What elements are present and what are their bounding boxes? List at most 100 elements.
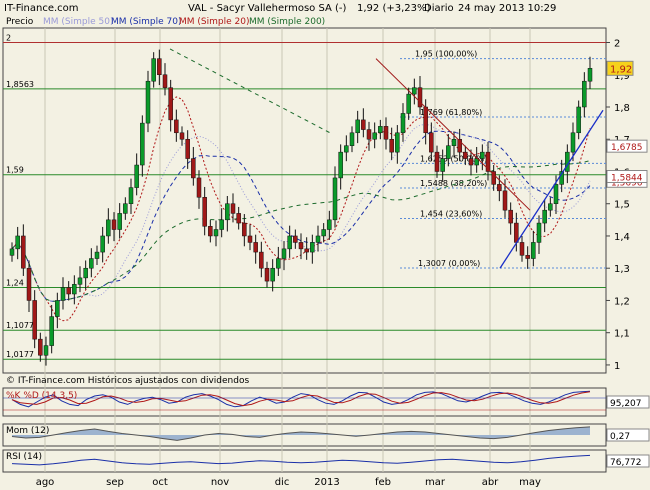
candle-body <box>389 138 394 153</box>
candle-body <box>395 132 400 153</box>
x-tick-label: abr <box>482 477 499 488</box>
candle-body <box>111 219 117 230</box>
candle-body <box>508 209 513 224</box>
fib-label: 1,454 (23,60%) <box>420 210 482 219</box>
y-tick-label: 2 <box>614 39 620 50</box>
candle-body <box>440 158 445 172</box>
y-tick-label: 1,3 <box>614 264 630 275</box>
rsi-panel <box>2 449 607 473</box>
y-tick-label: 1 <box>614 361 620 372</box>
candle-body <box>236 213 241 224</box>
candle-body <box>174 119 179 134</box>
candle-body <box>514 222 519 243</box>
candle-body <box>321 229 326 237</box>
candle-body <box>140 122 145 166</box>
x-tick-label: dic <box>275 477 290 488</box>
candle-body <box>497 184 502 192</box>
candle-body <box>531 242 536 259</box>
candle-body <box>49 316 54 346</box>
candle-body <box>349 132 355 146</box>
candle-body <box>230 203 236 214</box>
candle-body <box>219 219 224 230</box>
candle-body <box>145 80 151 124</box>
candle-body <box>151 58 156 82</box>
candle-body <box>253 242 258 253</box>
candle-body <box>434 151 440 172</box>
candle-body <box>196 177 202 198</box>
x-tick-label: may <box>519 477 541 488</box>
candle-body <box>168 87 173 121</box>
candle-body <box>383 126 389 140</box>
candle-body <box>451 138 457 146</box>
candle-body <box>366 129 372 140</box>
mom-label: Mom (12) <box>6 426 50 436</box>
level-label: 1,59 <box>6 166 24 175</box>
candle-body <box>372 132 377 140</box>
candle-body <box>570 132 576 153</box>
candle-body <box>106 219 111 237</box>
x-tick-label: ago <box>36 477 55 488</box>
candle-body <box>281 248 287 259</box>
candle-body <box>576 106 581 134</box>
candle-body <box>225 203 230 221</box>
candle-body <box>582 80 587 108</box>
x-tick-label: oct <box>152 477 168 488</box>
candle-body <box>553 184 559 204</box>
candle-body <box>327 219 332 230</box>
stoch-panel <box>2 387 607 417</box>
mom-value-label: 0,27 <box>610 432 630 442</box>
y-tick-label: 1,1 <box>614 329 630 340</box>
candle-body <box>259 251 264 269</box>
x-tick-label: sep <box>106 477 124 488</box>
candle-body <box>83 267 88 279</box>
level-label: 1,8563 <box>6 80 34 89</box>
stoch-value-label: 95,207 <box>610 399 642 409</box>
candle-body <box>72 284 77 295</box>
price-tag-label: 1,92 <box>610 64 632 75</box>
candle-body <box>463 151 468 159</box>
candle-body <box>32 300 37 340</box>
chart-window: IT-Finance.com VAL - Sacyr Vallehermoso … <box>0 0 650 490</box>
candle-body <box>429 132 434 153</box>
y-tick-label: 1,2 <box>614 296 630 307</box>
x-tick-label: nov <box>211 477 229 488</box>
candle-body <box>15 235 20 250</box>
candle-body <box>502 190 508 211</box>
level-tag-label: 1,5844 <box>611 174 643 184</box>
candle-body <box>117 213 122 230</box>
fib-label: 1,769 (61,80%) <box>420 108 482 117</box>
y-tick-label: 1,5 <box>614 200 630 211</box>
candle-body <box>480 151 485 159</box>
candle-body <box>423 106 428 134</box>
level-label: 1,24 <box>6 279 24 288</box>
x-tick-label: mar <box>425 477 446 488</box>
candle-body <box>43 345 49 356</box>
candle-body <box>332 177 338 221</box>
level-label: 1,1077 <box>6 321 34 330</box>
candle-body <box>315 235 321 243</box>
candle-body <box>157 58 162 76</box>
candle-body <box>21 235 26 269</box>
candle-body <box>276 258 281 269</box>
candle-body <box>344 145 349 153</box>
y-tick-label: 1,8 <box>614 103 630 114</box>
candle-body <box>355 119 360 134</box>
candle-body <box>26 267 32 301</box>
candle-body <box>77 277 83 285</box>
candle-body <box>66 287 71 295</box>
footer-note: © IT-Finance.com Históricos ajustados co… <box>6 376 250 386</box>
candle-body <box>287 235 292 250</box>
candle-body <box>60 287 66 301</box>
candle-body <box>468 158 474 166</box>
fib-label: 1,3007 (0,00%) <box>418 259 480 268</box>
candle-body <box>213 229 219 237</box>
candle-body <box>55 300 60 317</box>
candle-body <box>304 248 309 253</box>
candle-body <box>100 235 105 253</box>
candle-body <box>134 164 139 188</box>
candle-body <box>247 235 253 243</box>
candle-body <box>417 87 423 108</box>
x-tick-label: feb <box>375 477 391 488</box>
rsi-label: RSI (14) <box>6 452 42 462</box>
stoch-label: %K %D (14,3,5) <box>6 391 78 401</box>
